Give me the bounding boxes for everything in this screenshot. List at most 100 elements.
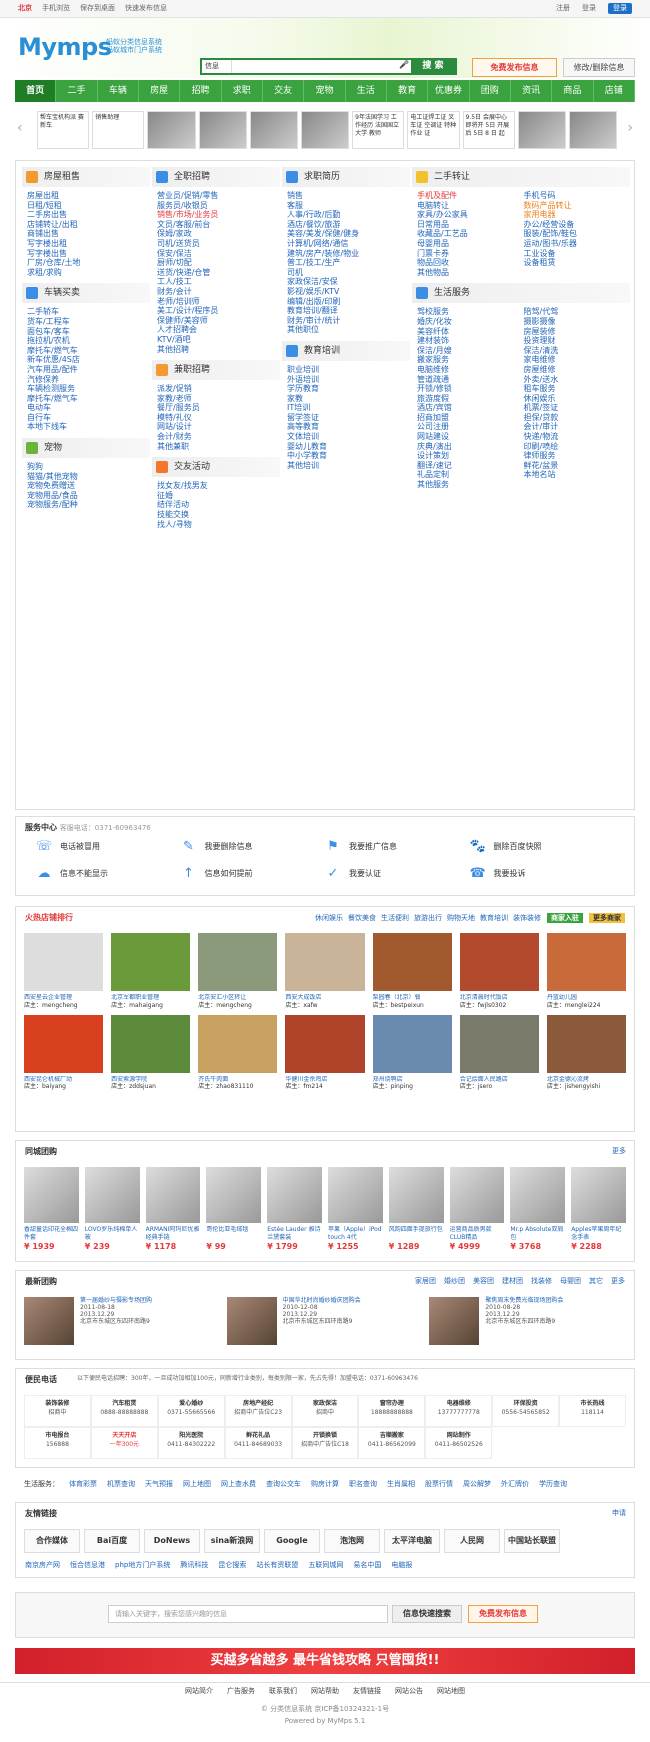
group-buy-item[interactable]: 香甜童话印花全棉四件套 ¥ 1939 — [24, 1166, 79, 1252]
shop-image[interactable] — [372, 1014, 452, 1073]
latest-item[interactable]: 聚焦周末免费光临现场团购会 2010-08-28 2013.12.29 北京市东城区东… — [429, 1296, 626, 1345]
slider-prev-icon[interactable]: ‹ — [17, 120, 23, 137]
category-link[interactable]: 厂房/仓库/土地 — [27, 258, 150, 268]
category-link[interactable]: 休闲娱乐 — [524, 394, 631, 404]
category-title[interactable]: 车辆买卖 — [44, 288, 80, 299]
friend-logo[interactable]: 泡泡网 — [324, 1528, 380, 1553]
category-link[interactable]: 普工/技工/生产 — [287, 258, 410, 268]
category-link[interactable]: 印刷/喷绘 — [524, 442, 631, 452]
category-link[interactable]: 工业设备 — [524, 249, 631, 259]
category-link[interactable]: 律师服务 — [524, 451, 631, 461]
category-link[interactable]: 家政保洁/安保 — [287, 277, 410, 287]
slider-next-icon[interactable]: › — [627, 120, 633, 137]
shop-image[interactable] — [198, 933, 278, 992]
category-link[interactable]: 办公/经营设备 — [524, 220, 631, 230]
footer-link[interactable]: 网站地图 — [437, 1687, 465, 1695]
category-link[interactable]: 建材装饰 — [417, 336, 524, 346]
category-link[interactable]: 影视/娱乐/KTV — [287, 287, 410, 297]
shop-name[interactable]: 华健川金杀鸡店 — [285, 1076, 364, 1083]
category-link[interactable]: 二手房出售 — [27, 210, 150, 220]
shop-card[interactable]: 合记烩面人民路店 店主：jsero — [459, 1014, 539, 1090]
friend-text-link[interactable]: 腾讯科技 — [180, 1561, 208, 1569]
shop-name[interactable]: 郑州烧鸭店 — [373, 1076, 452, 1083]
shop-name[interactable]: 西安星云企业管理 — [24, 994, 103, 1001]
life-link[interactable]: 职名查询 — [349, 1480, 377, 1488]
shop-name[interactable]: 北京军都职业管理 — [111, 994, 190, 1001]
phone-cell[interactable]: 市长热线 118114 — [559, 1394, 626, 1427]
product-name[interactable]: ARMANI阿玛尼优雅经典手链 — [146, 1226, 201, 1242]
category-link[interactable]: 租车服务 — [524, 384, 631, 394]
category-link[interactable]: 本地下线车 — [27, 422, 150, 432]
category-link[interactable]: 摄影摄像 — [524, 317, 631, 327]
product-image[interactable] — [84, 1166, 140, 1223]
edit-delete-button[interactable]: 修改/删除信息 — [563, 58, 635, 77]
latest-tab[interactable]: 婚纱团 — [444, 1277, 465, 1287]
nav-item[interactable]: 招聘 — [180, 80, 222, 102]
search-category-select[interactable]: 信息 — [202, 60, 232, 73]
shop-card[interactable]: 西安星云企业管理 店主：mengcheng — [24, 933, 104, 1009]
category-link[interactable]: 货车/工程车 — [27, 317, 150, 327]
friend-logo[interactable]: 人民网 — [444, 1528, 500, 1553]
category-link[interactable]: 人才招聘会 — [157, 325, 280, 335]
friend-text-link[interactable]: 五联同城网 — [308, 1561, 343, 1569]
nav-item[interactable]: 宠物 — [304, 80, 346, 102]
slider-item[interactable]: 销售助理 — [92, 111, 145, 149]
nav-item[interactable]: 店铺 — [594, 80, 635, 102]
category-link[interactable]: 日常用品 — [417, 220, 524, 230]
category-link[interactable]: 家具/办公家具 — [417, 210, 524, 220]
category-link[interactable]: 人事/行政/后勤 — [287, 210, 410, 220]
category-link[interactable]: 中小学教育 — [287, 451, 410, 461]
category-link[interactable]: 投资理财 — [524, 336, 631, 346]
latest-item[interactable]: 第一届婚纱与摄影专场团购 2011-08-18 2013.12.29 北京市东城区东四… — [24, 1296, 221, 1345]
category-link[interactable]: 电脑维修 — [417, 365, 524, 375]
category-link[interactable]: 电动车 — [27, 403, 150, 413]
site-logo[interactable]: Mymps — [18, 33, 112, 61]
category-link[interactable]: 翻译/速记 — [417, 461, 524, 471]
category-link[interactable]: 会计/财务 — [157, 432, 280, 442]
category-link[interactable]: 房屋装修 — [524, 327, 631, 337]
phone-cell[interactable]: 窗帘办理 18888888888 — [358, 1394, 426, 1427]
category-link[interactable]: 家教 — [287, 394, 410, 404]
category-link[interactable]: 鲜花/盆景 — [524, 461, 631, 471]
category-link[interactable]: 家教/老师 — [157, 394, 280, 404]
category-link[interactable]: 物品回收 — [417, 258, 524, 268]
category-link[interactable]: 房屋出租 — [27, 191, 150, 201]
phone-cell[interactable]: 房地产经纪 招商中广告位C23 — [224, 1394, 292, 1427]
category-link[interactable]: 母婴用品 — [417, 239, 524, 249]
footer-link[interactable]: 网站帮助 — [311, 1687, 339, 1695]
service-item[interactable]: ⚑ 我要推广信息 — [325, 839, 470, 855]
category-link[interactable]: 其他职位 — [287, 325, 410, 335]
category-link[interactable]: 网站建设 — [417, 432, 524, 442]
category-link[interactable]: 陪驾/代驾 — [524, 307, 631, 317]
category-link[interactable]: 手机号码 — [524, 191, 631, 201]
category-link[interactable]: 婴幼儿教育 — [287, 442, 410, 452]
friend-logo[interactable]: sina新浪网 — [204, 1528, 260, 1553]
phone-cell[interactable]: 电器维修 13777777778 — [425, 1394, 493, 1427]
nav-item[interactable]: 求职 — [222, 80, 263, 102]
category-link[interactable]: 司机 — [287, 268, 410, 278]
category-link[interactable]: 保洁/清洗 — [524, 346, 631, 356]
service-item[interactable]: ☎ 我要投诉 — [470, 866, 615, 882]
category-link[interactable]: 找人/寻物 — [157, 520, 280, 530]
service-item[interactable]: ✎ 我要删除信息 — [181, 839, 326, 855]
shop-image[interactable] — [459, 933, 539, 992]
category-link[interactable]: 文员/客服/前台 — [157, 220, 280, 230]
latest-tab[interactable]: 找装修 — [531, 1277, 552, 1287]
category-link[interactable]: 收藏品/工艺品 — [417, 229, 524, 239]
category-link[interactable]: 家用电器 — [524, 210, 631, 220]
phone-cell[interactable]: 爱心婚纱 0371-55665566 — [157, 1394, 225, 1427]
category-link[interactable]: 家电维修 — [524, 355, 631, 365]
phone-cell[interactable]: 鲜花礼品 0411-84689033 — [224, 1426, 292, 1459]
product-name[interactable]: 哥伦比亚毛绒毯 — [206, 1226, 261, 1242]
shop-tab[interactable]: 生活便利 — [381, 914, 409, 922]
category-link[interactable]: 猫猫/其他宠物 — [27, 472, 150, 482]
category-link[interactable]: 婚庆/化妆 — [417, 317, 524, 327]
category-link[interactable]: 汽车用品/配件 — [27, 365, 150, 375]
category-link[interactable]: 其他培训 — [287, 461, 410, 471]
category-link[interactable]: 运动/图书/乐器 — [524, 239, 631, 249]
phone-cell[interactable]: 市电报台 156888 — [24, 1426, 91, 1459]
category-link[interactable]: 其他物品 — [417, 268, 524, 278]
life-link[interactable]: 天气预报 — [145, 1480, 173, 1488]
category-link[interactable]: 销售/市场/业务员 — [157, 210, 280, 220]
category-link[interactable]: 派发/促销 — [157, 384, 280, 394]
